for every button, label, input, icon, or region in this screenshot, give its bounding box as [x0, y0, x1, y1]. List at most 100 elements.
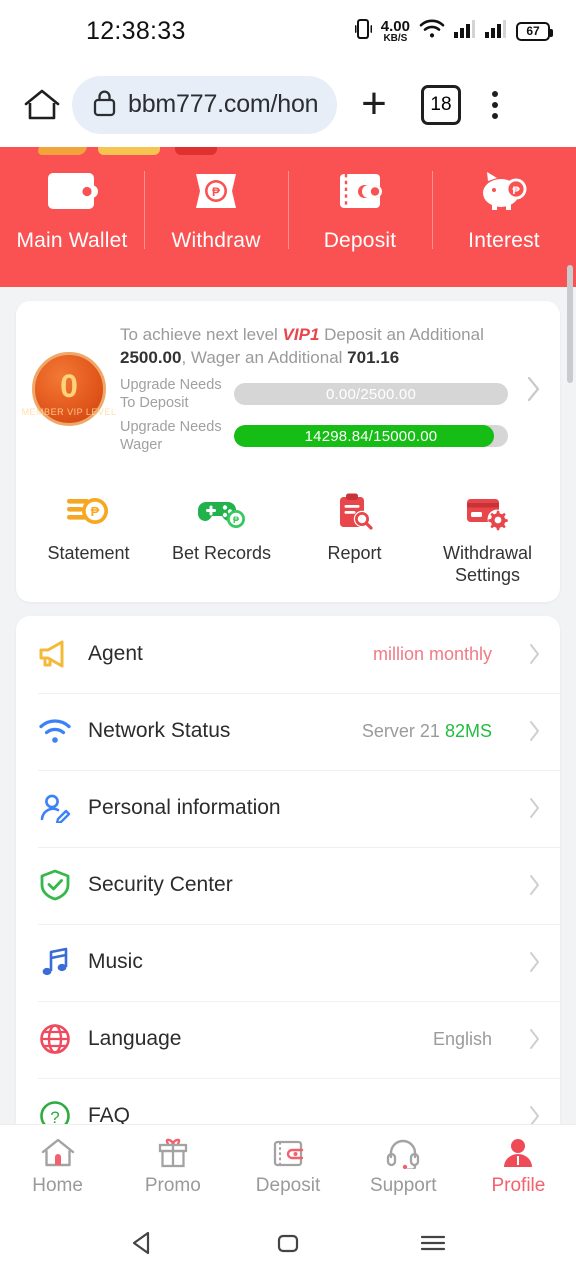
menu-item-label: Language — [88, 1027, 182, 1051]
menu-item-label: Network Status — [88, 719, 231, 743]
network-server-name: Server 21 — [361, 720, 440, 741]
network-speed-indicator: 4.00 KB/S — [381, 19, 410, 44]
deposit-progress-bar: 0.00/2500.00 — [234, 383, 508, 406]
tab-support[interactable]: Support — [346, 1135, 461, 1197]
tab-label: Support — [369, 1174, 437, 1196]
tab-label: Home — [32, 1174, 83, 1196]
chevron-right-icon — [520, 950, 542, 974]
quick-action-bet-records[interactable]: ₱ Bet Records — [155, 490, 288, 585]
url-bar[interactable]: bbm777.com/hon — [72, 75, 337, 134]
menu-item-personal-information[interactable]: Personal information — [16, 769, 560, 847]
quick-action-withdrawal-settings[interactable]: Withdrawal Settings — [421, 490, 554, 585]
wallet-action-label: Withdraw — [171, 229, 261, 252]
wager-progress-row: Upgrade Needs Wager 14298.84/15000.00 — [120, 418, 508, 454]
wallet-action-withdraw[interactable]: ₱ Withdraw — [144, 165, 288, 253]
wifi-icon — [419, 18, 445, 44]
quick-action-statement[interactable]: ₱ Statement — [22, 490, 155, 585]
wager-progress-bar: 14298.84/15000.00 — [234, 425, 508, 448]
back-triangle-icon[interactable] — [113, 1223, 173, 1263]
quick-action-label: Statement — [47, 543, 130, 564]
vip-wager-amount: 701.16 — [347, 348, 400, 368]
browser-menu-button[interactable] — [467, 90, 523, 119]
status-bar-clock: 12:38:33 — [86, 16, 186, 45]
chevron-right-icon — [520, 642, 542, 666]
wifi-icon — [38, 717, 72, 745]
tab-label: Profile — [491, 1174, 546, 1196]
menu-item-security-center[interactable]: Security Center — [16, 846, 560, 924]
wager-progress-text: 14298.84/15000.00 — [304, 427, 438, 445]
menu-item-network-status[interactable]: Network Status Server 21 82MS — [16, 692, 560, 770]
svg-text:₱: ₱ — [212, 185, 220, 199]
battery-indicator: 67 — [516, 21, 553, 41]
megaphone-icon — [38, 639, 72, 669]
piggy-bank-icon: ₱ — [478, 165, 530, 217]
wallet-icon — [270, 1135, 306, 1169]
status-bar-indicators: 4.00 KB/S 67 — [354, 18, 553, 45]
svg-text:₱: ₱ — [90, 504, 99, 519]
page-scrollbar[interactable] — [567, 265, 573, 383]
lock-icon — [92, 88, 117, 122]
menu-item-music[interactable]: Music — [16, 923, 560, 1001]
menu-item-agent[interactable]: Agent million monthly — [16, 616, 560, 693]
wallet-action-main-wallet[interactable]: Main Wallet — [0, 165, 144, 253]
android-navigation-bar — [0, 1206, 576, 1280]
user-edit-icon — [38, 793, 72, 824]
chevron-right-icon — [520, 719, 542, 743]
withdraw-ticket-icon: ₱ — [190, 165, 242, 217]
menu-item-faq[interactable]: ? FAQ — [16, 1077, 560, 1124]
vip-deposit-amount: 2500.00 — [120, 348, 182, 368]
network-speed-value: 4.00 — [380, 17, 410, 35]
vip-next-level-tag: VIP1 — [282, 325, 320, 344]
home-icon — [40, 1135, 76, 1169]
deposit-progress-label: Upgrade Needs To Deposit — [120, 376, 222, 412]
menu-item-language[interactable]: Language English — [16, 1000, 560, 1078]
recents-lines-icon[interactable] — [403, 1223, 463, 1263]
quick-action-label: Bet Records — [171, 543, 272, 564]
signal-bars-2-icon — [485, 19, 507, 43]
person-icon — [500, 1135, 536, 1169]
vibrate-icon — [354, 18, 373, 45]
card-gear-icon — [464, 490, 512, 534]
banner-clipped-content — [0, 147, 576, 159]
wallet-action-interest[interactable]: ₱ Interest — [432, 165, 576, 253]
menu-item-label: Music — [88, 950, 143, 974]
vip-card-chevron-icon — [522, 375, 546, 403]
wallet-action-label: Main Wallet — [16, 229, 128, 252]
browser-toolbar: bbm777.com/hon + 18 — [0, 62, 576, 147]
music-note-icon — [38, 947, 72, 977]
gift-icon — [155, 1135, 191, 1169]
new-tab-button[interactable]: + — [343, 82, 405, 126]
browser-home-button[interactable] — [18, 87, 66, 123]
menu-item-label: Agent — [88, 642, 143, 666]
vip-msg-prefix: To achieve next level — [120, 325, 283, 344]
tab-deposit[interactable]: Deposit — [230, 1135, 345, 1197]
chevron-right-icon — [520, 1104, 542, 1124]
tab-promo[interactable]: Promo — [115, 1135, 230, 1197]
deposit-wallet-icon — [334, 165, 386, 217]
vip-coin-wreath-text: MEMBER VIP LEVEL — [21, 406, 117, 417]
tab-profile[interactable]: Profile — [461, 1135, 576, 1197]
url-text: bbm777.com/hon — [128, 90, 317, 118]
chevron-right-icon — [520, 796, 542, 820]
vip-upgrade-message: To achieve next level VIP1 Deposit an Ad… — [120, 323, 508, 370]
wallet-icon — [46, 165, 98, 217]
bottom-tab-bar: Home Promo Deposit Support Profile — [0, 1124, 576, 1206]
wallet-banner: Main Wallet ₱ Withdraw Deposit ₱ Interes… — [0, 147, 576, 383]
tab-label: Promo — [144, 1174, 201, 1196]
tab-home[interactable]: Home — [0, 1135, 115, 1197]
signal-bars-1-icon — [454, 19, 476, 43]
chevron-right-icon — [520, 1027, 542, 1051]
vip-level-value: 0 — [60, 367, 78, 404]
wallet-action-deposit[interactable]: Deposit — [288, 165, 432, 253]
tab-switcher-button[interactable]: 18 — [421, 84, 461, 125]
wallet-action-label: Deposit — [323, 229, 397, 252]
shield-check-icon — [38, 869, 72, 901]
chevron-right-icon — [520, 873, 542, 897]
menu-item-label: Security Center — [88, 873, 233, 897]
vip-progress-card[interactable]: 0 MEMBER VIP LEVEL To achieve next level… — [16, 301, 560, 602]
menu-item-value: English — [432, 1028, 492, 1049]
vip-msg-mid: Deposit an Additional — [319, 325, 484, 344]
home-square-icon[interactable] — [258, 1223, 318, 1263]
quick-action-report[interactable]: Report — [288, 490, 421, 585]
vip-msg-mid2: , Wager an Additional — [181, 348, 348, 368]
